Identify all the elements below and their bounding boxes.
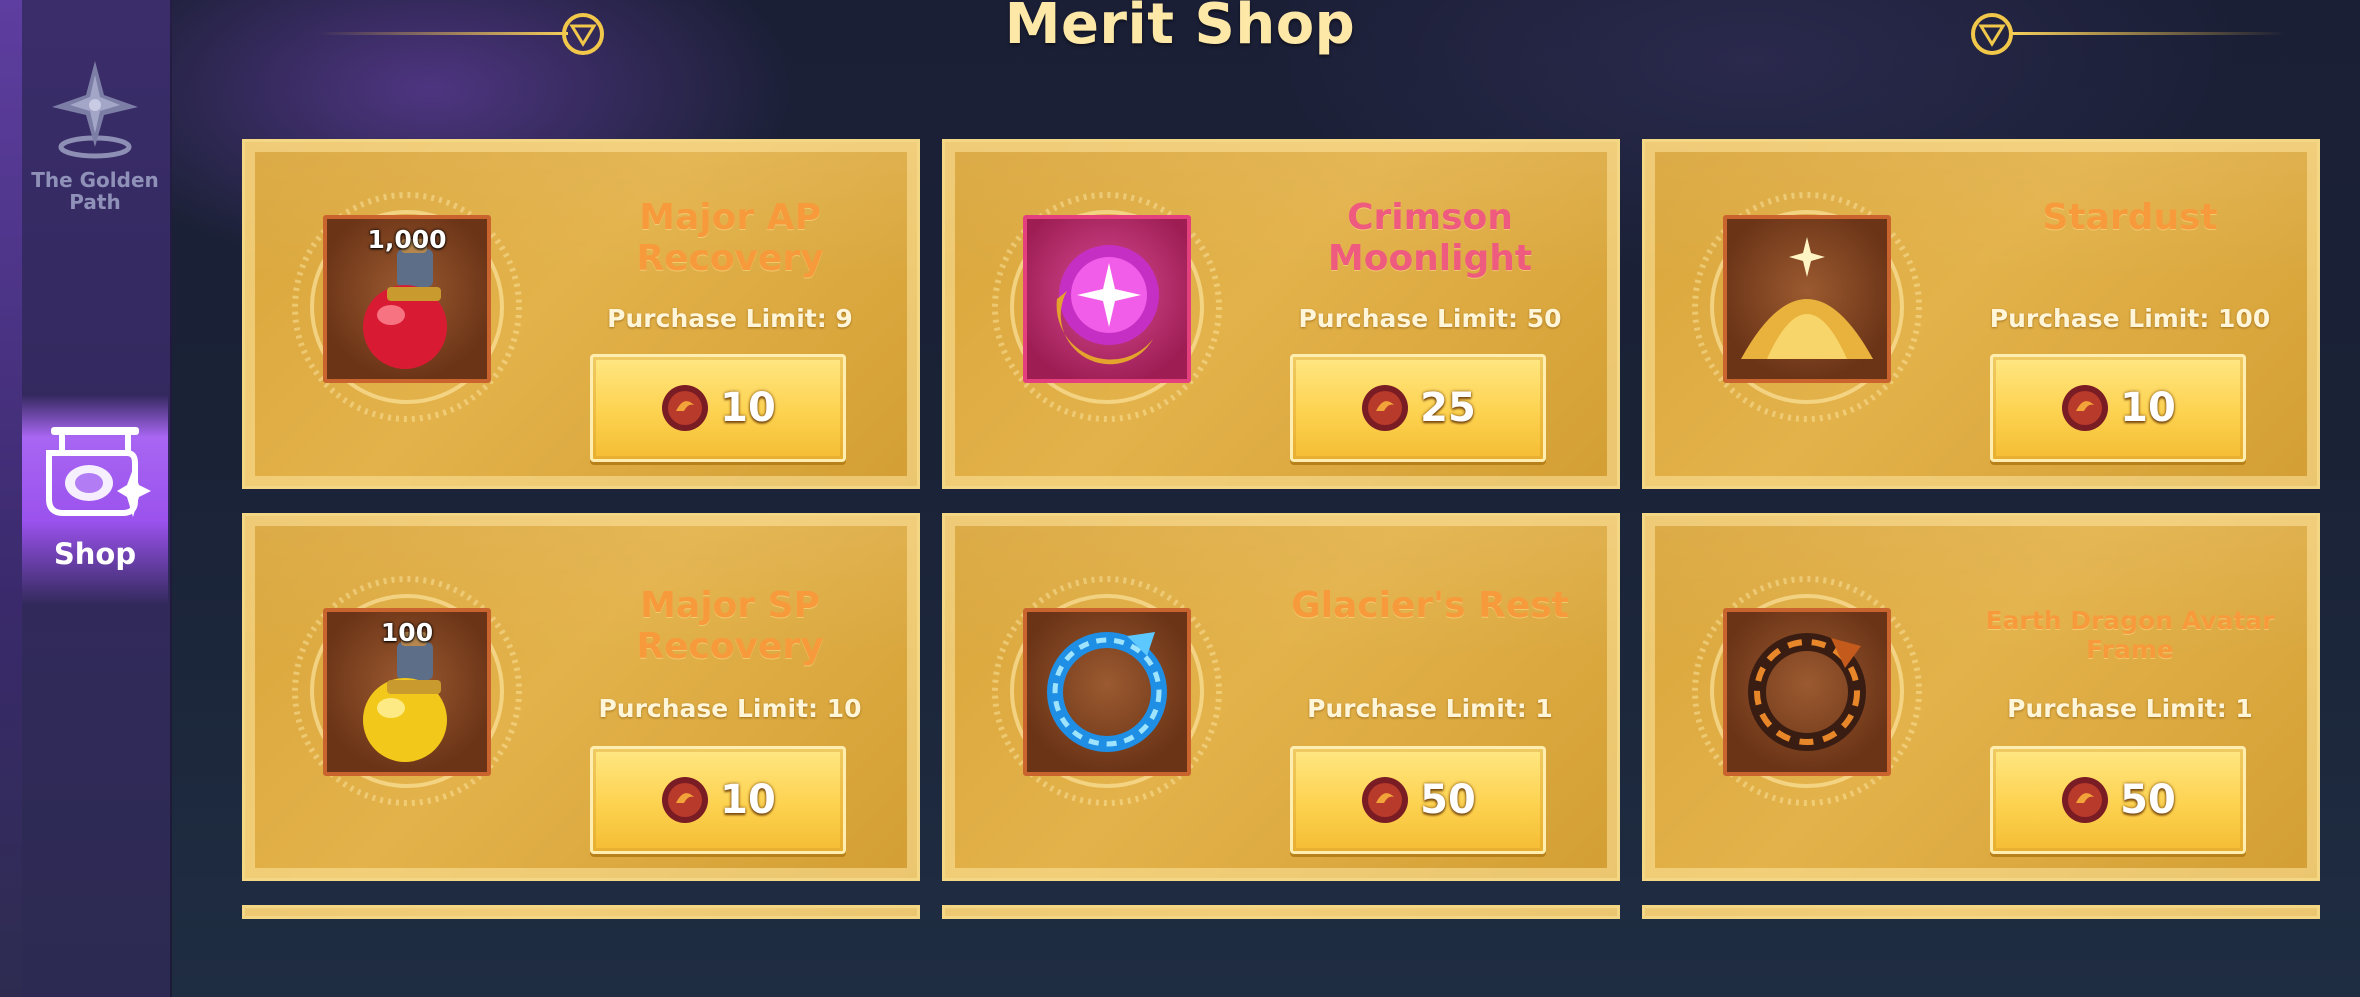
shop-item-card[interactable]: Stardust Purchase Limit: 100 10 xyxy=(1642,139,2320,489)
shop-item-card[interactable]: Glacier's Rest Purchase Limit: 1 50 xyxy=(942,513,1620,881)
shop-item-card[interactable]: 1,000 Major AP Recovery Purchase Limit: … xyxy=(242,139,920,489)
merit-coin-icon xyxy=(1362,385,1409,431)
item-price: 10 xyxy=(2120,385,2176,431)
golden-path-emblem-icon xyxy=(52,61,138,159)
purchase-limit: Purchase Limit: 100 xyxy=(1989,304,2271,333)
sidebar-item-golden-path[interactable]: The Golden Path xyxy=(22,55,168,230)
crescent-moon-orb-icon xyxy=(1056,245,1159,365)
item-quantity: 100 xyxy=(380,618,434,647)
buy-button[interactable]: 10 xyxy=(590,354,846,462)
item-name: Stardust xyxy=(2042,197,2218,238)
item-quantity: 1,000 xyxy=(367,225,447,254)
item-name: Glacier's Rest xyxy=(1291,585,1569,626)
sidebar: The Golden Path Shop xyxy=(0,0,172,997)
buy-button[interactable]: 10 xyxy=(1990,354,2246,462)
purchase-limit: Purchase Limit: 1 xyxy=(1307,694,1553,723)
item-image xyxy=(1023,215,1191,383)
purchase-limit: Purchase Limit: 50 xyxy=(1298,304,1562,333)
item-image xyxy=(1723,215,1891,383)
merit-coin-icon xyxy=(2062,777,2109,823)
buy-button[interactable]: 50 xyxy=(1990,746,2246,854)
buy-button[interactable]: 50 xyxy=(1290,746,1546,854)
item-name: Major AP Recovery xyxy=(636,197,824,279)
shop-item-card[interactable]: Crimson Moonlight Purchase Limit: 50 25 xyxy=(942,139,1620,489)
sidebar-item-label: The Golden Path xyxy=(31,168,159,214)
header-ornament-right-icon xyxy=(1971,13,2286,55)
sidebar-item-shop[interactable]: Shop xyxy=(22,395,168,605)
item-name: Earth Dragon Avatar Frame xyxy=(1985,606,2275,664)
merit-coin-icon xyxy=(1362,777,1409,823)
item-price: 50 xyxy=(1420,777,1476,823)
item-price: 50 xyxy=(2120,777,2176,823)
item-name: Crimson Moonlight xyxy=(1327,197,1533,279)
shop-item-card-partial[interactable] xyxy=(1642,905,2320,919)
shop-item-card-partial[interactable] xyxy=(242,905,920,919)
ice-ring-frame-icon xyxy=(1047,632,1167,752)
item-image: 100 xyxy=(323,608,491,776)
merit-coin-icon xyxy=(662,385,709,431)
item-price: 25 xyxy=(1420,385,1476,431)
buy-button[interactable]: 25 xyxy=(1290,354,1546,462)
buy-button[interactable]: 10 xyxy=(590,746,846,854)
merit-coin-icon xyxy=(662,777,709,823)
purchase-limit: Purchase Limit: 9 xyxy=(607,304,853,333)
shop-item-card[interactable]: Earth Dragon Avatar Frame Purchase Limit… xyxy=(1642,513,2320,881)
shop-item-card-partial[interactable] xyxy=(942,905,1620,919)
item-price: 10 xyxy=(720,385,776,431)
shop-icon xyxy=(46,427,151,517)
sidebar-item-label: Shop xyxy=(53,537,137,571)
item-image xyxy=(1023,608,1191,776)
merit-coin-icon xyxy=(2062,385,2109,431)
earth-dragon-frame-icon xyxy=(1748,633,1866,751)
item-image xyxy=(1723,608,1891,776)
item-image: 1,000 xyxy=(323,215,491,383)
shop-item-card[interactable]: 100 Major SP Recovery Purchase Limit: 10… xyxy=(242,513,920,881)
item-name: Major SP Recovery xyxy=(636,585,824,667)
item-price: 10 xyxy=(720,777,776,823)
purchase-limit: Purchase Limit: 1 xyxy=(2007,694,2253,723)
purchase-limit: Purchase Limit: 10 xyxy=(598,694,862,723)
stardust-pile-icon xyxy=(1741,237,1873,359)
